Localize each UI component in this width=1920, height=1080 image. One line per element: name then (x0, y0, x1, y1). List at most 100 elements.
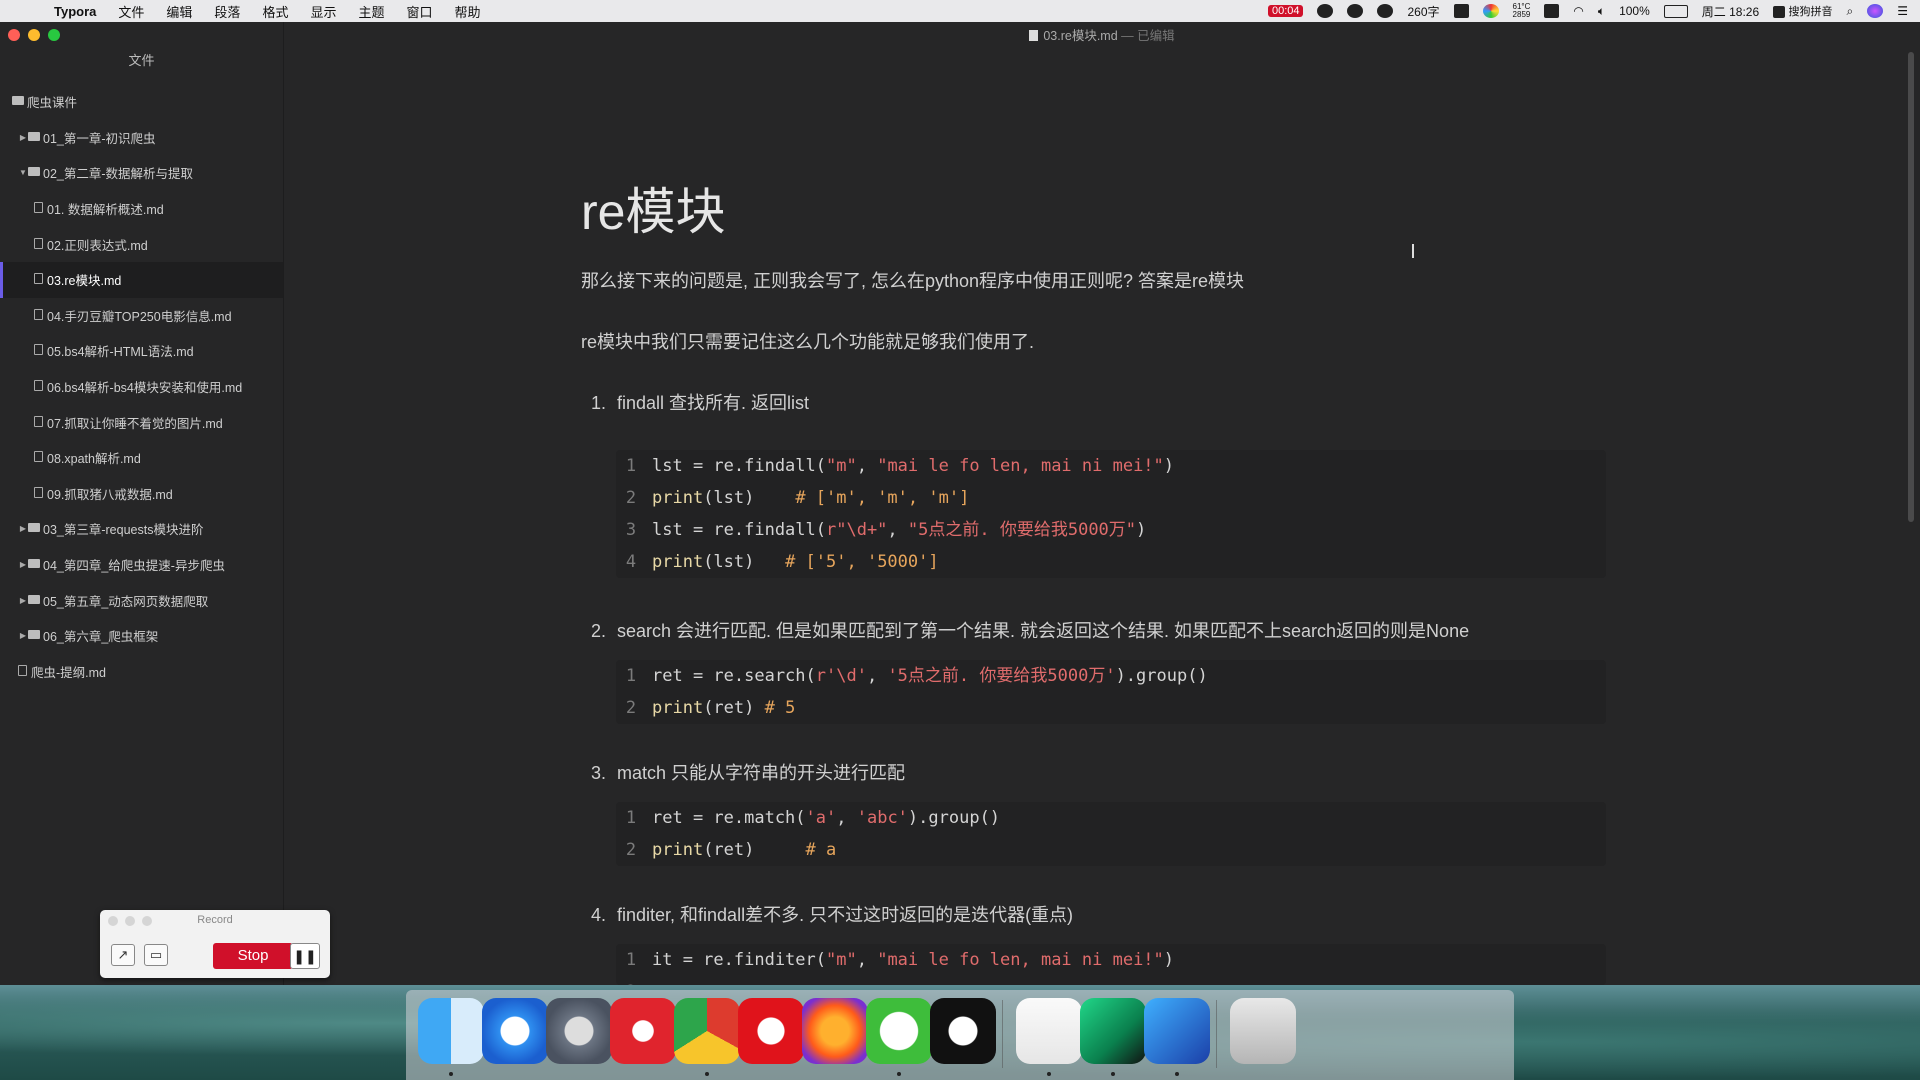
code-line: 2 print(ret) # 5 (625, 698, 796, 718)
chevron-right-icon[interactable]: ▶ (18, 133, 28, 142)
list-item-findall[interactable]: 1. findall 查找所有. 返回list (591, 389, 809, 415)
siri-icon[interactable] (1867, 4, 1884, 18)
sidebar-file[interactable]: 03.re模块.md (0, 261, 283, 298)
dock-safari-icon[interactable] (482, 998, 548, 1064)
dock-finder-icon[interactable] (418, 998, 484, 1064)
sidebar-item-label: 02_第二章-数据解析与提取 (43, 167, 194, 182)
text-cursor (1412, 244, 1414, 258)
sidebar-folder[interactable]: ▶ 04_第四章_给爬虫提速-异步爬虫 (0, 547, 283, 583)
zoom-window-button[interactable] (48, 29, 60, 41)
paragraph-functions[interactable]: re模块中我们只需要记住这么几个功能就足够我们使用了. (581, 328, 1034, 354)
flash-icon[interactable] (1317, 4, 1334, 18)
rectangle-tool-icon[interactable]: ▭ (144, 944, 168, 966)
dock-qq-icon[interactable] (930, 998, 996, 1064)
sidebar-file[interactable]: 02.正则表达式.md (0, 226, 283, 262)
dock-wechat-icon[interactable] (866, 998, 932, 1064)
sidebar-folder[interactable]: 爬虫课件 (0, 84, 283, 120)
minimize-window-button[interactable] (28, 29, 40, 41)
code-block-finditer[interactable]: 1 it = re.finditer("m", "mai le fo len, m… (616, 944, 1606, 985)
code-line: 2 (616, 976, 1606, 985)
sidebar-item-label: 06.bs4解析-bs4模块安装和使用.md (47, 381, 243, 396)
stop-recording-button[interactable]: Stop (213, 943, 293, 969)
chevron-right-icon[interactable]: ▶ (18, 596, 28, 605)
memory-icon[interactable] (1544, 4, 1560, 18)
volume-icon[interactable]: 🔈︎ (1598, 4, 1605, 19)
sidebar-folder[interactable]: ▶ 06_第六章_爬虫框架 (0, 618, 283, 654)
dock-typora-icon[interactable] (1016, 998, 1082, 1064)
folder-icon (28, 559, 40, 569)
sidebar-file[interactable]: 爬虫-提纲.md (0, 654, 283, 690)
menu-window[interactable]: 窗口 (406, 2, 432, 21)
sidebar-file[interactable]: 01. 数据解析概述.md (0, 191, 283, 227)
dock-firefox-icon[interactable] (802, 998, 868, 1064)
dock-netease-music-icon[interactable] (610, 998, 676, 1064)
clock[interactable]: 周二 18:26 (1702, 3, 1759, 20)
battery-icon[interactable] (1663, 4, 1688, 18)
list-item-match[interactable]: 3. match 只能从字符串的开头进行匹配 (591, 759, 905, 785)
sidebar-item-label: 08.xpath解析.md (47, 452, 141, 467)
notification-center-icon[interactable]: ☰ (1897, 4, 1908, 18)
pause-recording-button[interactable]: ❚❚ (290, 943, 320, 969)
code-block-findall[interactable]: 1 lst = re.findall("m", "mai le fo len, m… (616, 450, 1606, 578)
menu-theme[interactable]: 主题 (358, 2, 384, 21)
sidebar-file[interactable]: 04.手刃豆瓣TOP250电影信息.md (0, 298, 283, 334)
paragraph-intro[interactable]: 那么接下来的问题是, 正则我会写了, 怎么在python程序中使用正则呢? 答案… (581, 267, 1244, 293)
sidebar-file[interactable]: 09.抓取猪八戒数据.md (0, 476, 283, 512)
grid-icon[interactable] (1453, 4, 1469, 18)
spotlight-search-icon[interactable]: ⌕ (1847, 4, 1854, 19)
dock-thunder-icon[interactable] (1144, 998, 1210, 1064)
list-item-finditer[interactable]: 4. finditer, 和findall差不多. 只不过这时返回的是迭代器(重点… (591, 901, 1073, 927)
wechat-status-icon[interactable] (1377, 4, 1394, 18)
sidebar-folder[interactable]: ▶ 01_第一章-初识爬虫 (0, 120, 283, 156)
file-icon (18, 664, 27, 676)
menu-view[interactable]: 显示 (310, 2, 336, 21)
chevron-right-icon[interactable]: ▶ (18, 524, 28, 533)
file-icon (34, 202, 43, 214)
cpu-stats[interactable]: 61°C 2859 (1513, 3, 1531, 19)
draw-arrow-icon[interactable]: ↗ (111, 944, 135, 966)
code-line: 2 print(ret) # a (625, 840, 837, 860)
sogou-icon (1773, 5, 1786, 18)
dock-launchpad-icon[interactable] (546, 998, 612, 1064)
menu-file[interactable]: 文件 (118, 2, 144, 21)
sidebar-file[interactable]: 07.抓取让你睡不着觉的图片.md (0, 404, 283, 440)
close-window-button[interactable] (8, 29, 20, 41)
menu-help[interactable]: 帮助 (455, 2, 481, 21)
dock-chrome-icon[interactable] (674, 998, 740, 1064)
code-line: 1 lst = re.findall("m", "mai le fo len, m… (625, 456, 1175, 476)
sidebar-file[interactable]: 05.bs4解析-HTML语法.md (0, 333, 283, 369)
wifi-icon[interactable]: ◠ (1573, 4, 1583, 18)
menu-edit[interactable]: 编辑 (166, 2, 192, 21)
code-block-search[interactable]: 1 ret = re.search(r'\d', '5点之前. 你要给我5000万… (616, 660, 1606, 724)
chevron-right-icon[interactable]: ▶ (18, 560, 28, 569)
sidebar-file[interactable]: 06.bs4解析-bs4模块安装和使用.md (0, 369, 283, 405)
input-method[interactable]: 搜狗拼音 (1773, 3, 1833, 19)
recording-timer[interactable]: 00:04 (1267, 5, 1304, 17)
code-line: 1 it = re.finditer("m", "mai le fo len, m… (625, 950, 1175, 970)
word-count[interactable]: 260字 (1407, 3, 1439, 20)
cloud-icon[interactable] (1347, 4, 1364, 18)
battery-percent[interactable]: 100% (1619, 4, 1650, 18)
sidebar-folder[interactable]: ▶ 05_第五章_动态网页数据爬取 (0, 582, 283, 618)
document-heading[interactable]: re模块 (581, 172, 725, 244)
dock-opera-icon[interactable] (738, 998, 804, 1064)
file-icon (34, 451, 43, 463)
sidebar-item-label: 01. 数据解析概述.md (47, 203, 164, 218)
code-line: 4 print(lst) # ['5', '5000'] (625, 552, 939, 572)
sidebar-item-label: 04.手刃豆瓣TOP250电影信息.md (47, 309, 232, 324)
sidebar-folder[interactable]: ▶ 03_第三章-requests模块进阶 (0, 511, 283, 547)
chevron-right-icon[interactable]: ▶ (18, 631, 28, 640)
menu-format[interactable]: 格式 (262, 2, 288, 21)
chevron-down-icon[interactable]: ▼ (18, 168, 28, 177)
dock-pycharm-icon[interactable] (1080, 998, 1146, 1064)
editor-scrollbar[interactable] (1908, 52, 1914, 522)
code-line: 1 ret = re.match('a', 'abc').group() (625, 808, 1001, 828)
sidebar-file[interactable]: 08.xpath解析.md (0, 440, 283, 476)
menu-paragraph[interactable]: 段落 (214, 2, 240, 21)
dock-trash-icon[interactable] (1230, 998, 1296, 1064)
sidebar-folder[interactable]: ▼ 02_第二章-数据解析与提取 (0, 155, 283, 191)
app-menu[interactable]: Typora (54, 4, 96, 19)
code-block-match[interactable]: 1 ret = re.match('a', 'abc').group() 2 pri… (616, 802, 1606, 866)
color-wheel-icon[interactable] (1482, 4, 1499, 18)
list-item-search[interactable]: 2. search 会进行匹配. 但是如果匹配到了第一个结果. 就会返回这个结果.… (591, 617, 1469, 643)
